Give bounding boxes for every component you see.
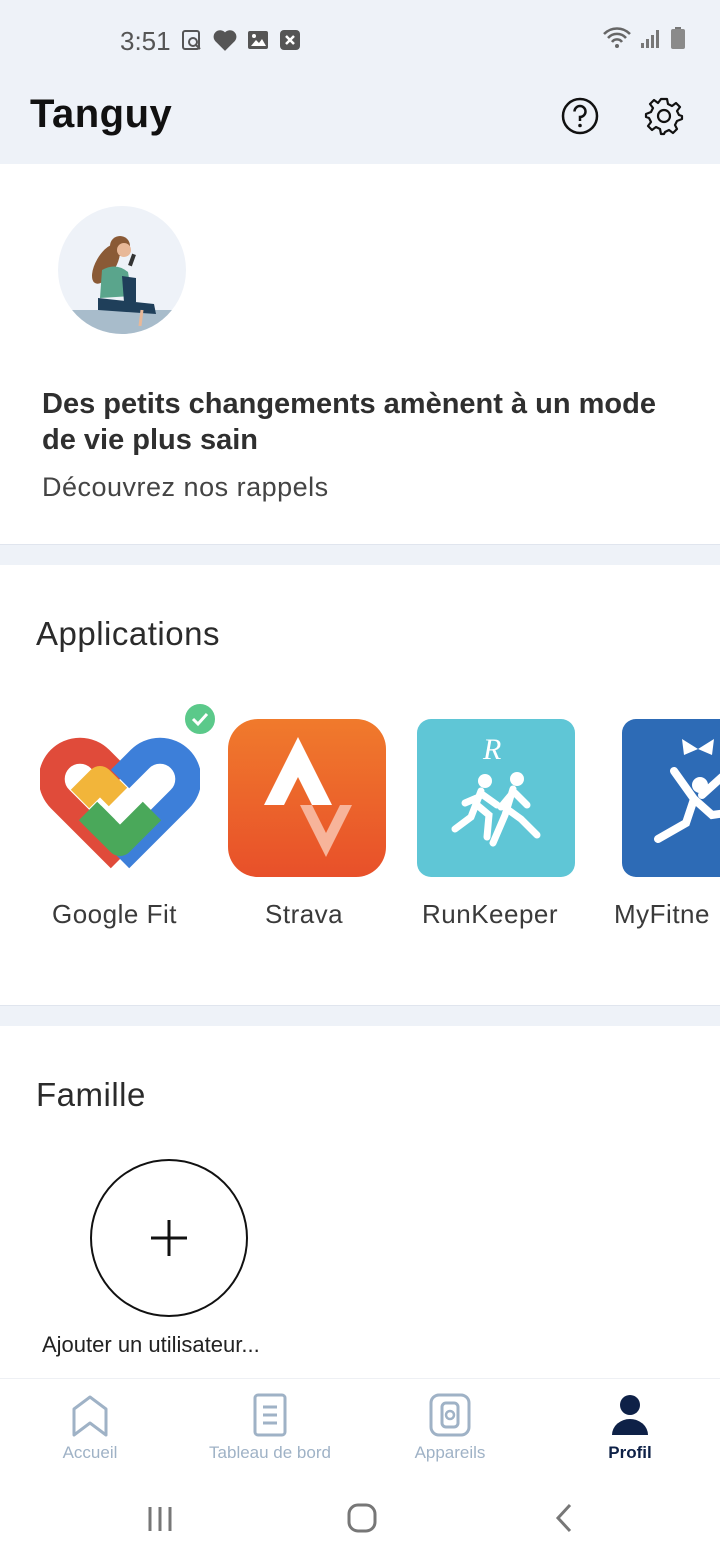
reminder-headline: Des petits changements amènent à un mode… bbox=[42, 388, 656, 456]
signal-icon bbox=[641, 30, 659, 48]
strava-app[interactable] bbox=[228, 719, 388, 879]
status-time: 3:51 bbox=[120, 26, 171, 56]
help-button[interactable] bbox=[558, 94, 602, 138]
battery-icon bbox=[671, 27, 685, 49]
back-icon[interactable] bbox=[552, 1502, 576, 1534]
bottom-navigation: Accueil Tableau de bord Appareils Profil bbox=[0, 1378, 720, 1482]
add-user-label: Ajouter un utilisateur... bbox=[42, 1332, 260, 1357]
runkeeper-label: RunKeeper bbox=[422, 899, 559, 929]
heart-icon bbox=[213, 30, 237, 51]
close-box-icon bbox=[280, 30, 300, 50]
strava-icon bbox=[228, 719, 386, 877]
nav-tab-profil[interactable]: Profil bbox=[540, 1379, 720, 1483]
strava-label: Strava bbox=[265, 899, 344, 929]
nav-label-profil: Profil bbox=[608, 1443, 652, 1462]
section-divider bbox=[0, 544, 720, 565]
nav-label-accueil: Accueil bbox=[62, 1443, 118, 1462]
family-section: Famille Ajouter un utilisateur... bbox=[0, 1026, 720, 1378]
nav-tab-accueil[interactable]: Accueil bbox=[0, 1379, 180, 1483]
runkeeper-icon: R bbox=[417, 719, 575, 877]
svg-text:R: R bbox=[482, 733, 501, 766]
nav-tab-tableau-de-bord[interactable]: Tableau de bord bbox=[180, 1379, 360, 1483]
home-icon[interactable] bbox=[346, 1502, 378, 1534]
section-divider bbox=[0, 1005, 720, 1026]
nav-tab-appareils[interactable]: Appareils bbox=[360, 1379, 540, 1483]
family-title: Famille bbox=[36, 1076, 146, 1113]
screen-recorder-icon bbox=[182, 30, 201, 50]
status-bar: 3:51 bbox=[0, 0, 720, 84]
settings-button[interactable] bbox=[642, 94, 686, 138]
plus-icon bbox=[151, 1220, 187, 1256]
page-title: Tanguy bbox=[30, 92, 173, 136]
add-user-button[interactable] bbox=[90, 1159, 248, 1317]
gear-icon bbox=[644, 97, 684, 136]
google-fit-app[interactable] bbox=[38, 719, 202, 879]
reminder-illustration bbox=[58, 206, 186, 334]
wifi-icon bbox=[603, 27, 631, 48]
app-header: Tanguy bbox=[0, 84, 720, 164]
google-fit-icon bbox=[38, 737, 202, 869]
help-icon bbox=[561, 97, 599, 135]
bookmark-home-icon bbox=[72, 1395, 108, 1437]
system-navigation-bar bbox=[0, 1482, 720, 1560]
check-icon bbox=[191, 712, 209, 727]
runkeeper-app[interactable]: R bbox=[417, 719, 577, 879]
myfitnesspal-icon bbox=[622, 719, 720, 877]
status-notification-icons bbox=[180, 28, 302, 52]
applications-section: Applications Google Fit Strava R RunKeep… bbox=[0, 565, 720, 1005]
reminder-link[interactable]: Découvrez nos rappels bbox=[42, 472, 329, 503]
nav-label-tableau-de-bord: Tableau de bord bbox=[209, 1443, 331, 1462]
profile-icon bbox=[612, 1395, 648, 1435]
status-system-icons bbox=[602, 26, 686, 50]
nav-label-appareils: Appareils bbox=[414, 1443, 486, 1462]
dashboard-icon bbox=[253, 1393, 287, 1437]
recent-apps-icon[interactable] bbox=[146, 1504, 176, 1534]
image-icon bbox=[248, 31, 268, 49]
google-fit-label: Google Fit bbox=[52, 899, 177, 929]
applications-title: Applications bbox=[36, 615, 220, 652]
watch-device-icon bbox=[429, 1393, 471, 1437]
myfitnesspal-app[interactable] bbox=[622, 719, 720, 879]
connected-check-badge bbox=[183, 702, 217, 736]
myfitnesspal-label: MyFitne bbox=[614, 899, 710, 929]
reminders-card[interactable]: Des petits changements amènent à un mode… bbox=[0, 164, 720, 544]
